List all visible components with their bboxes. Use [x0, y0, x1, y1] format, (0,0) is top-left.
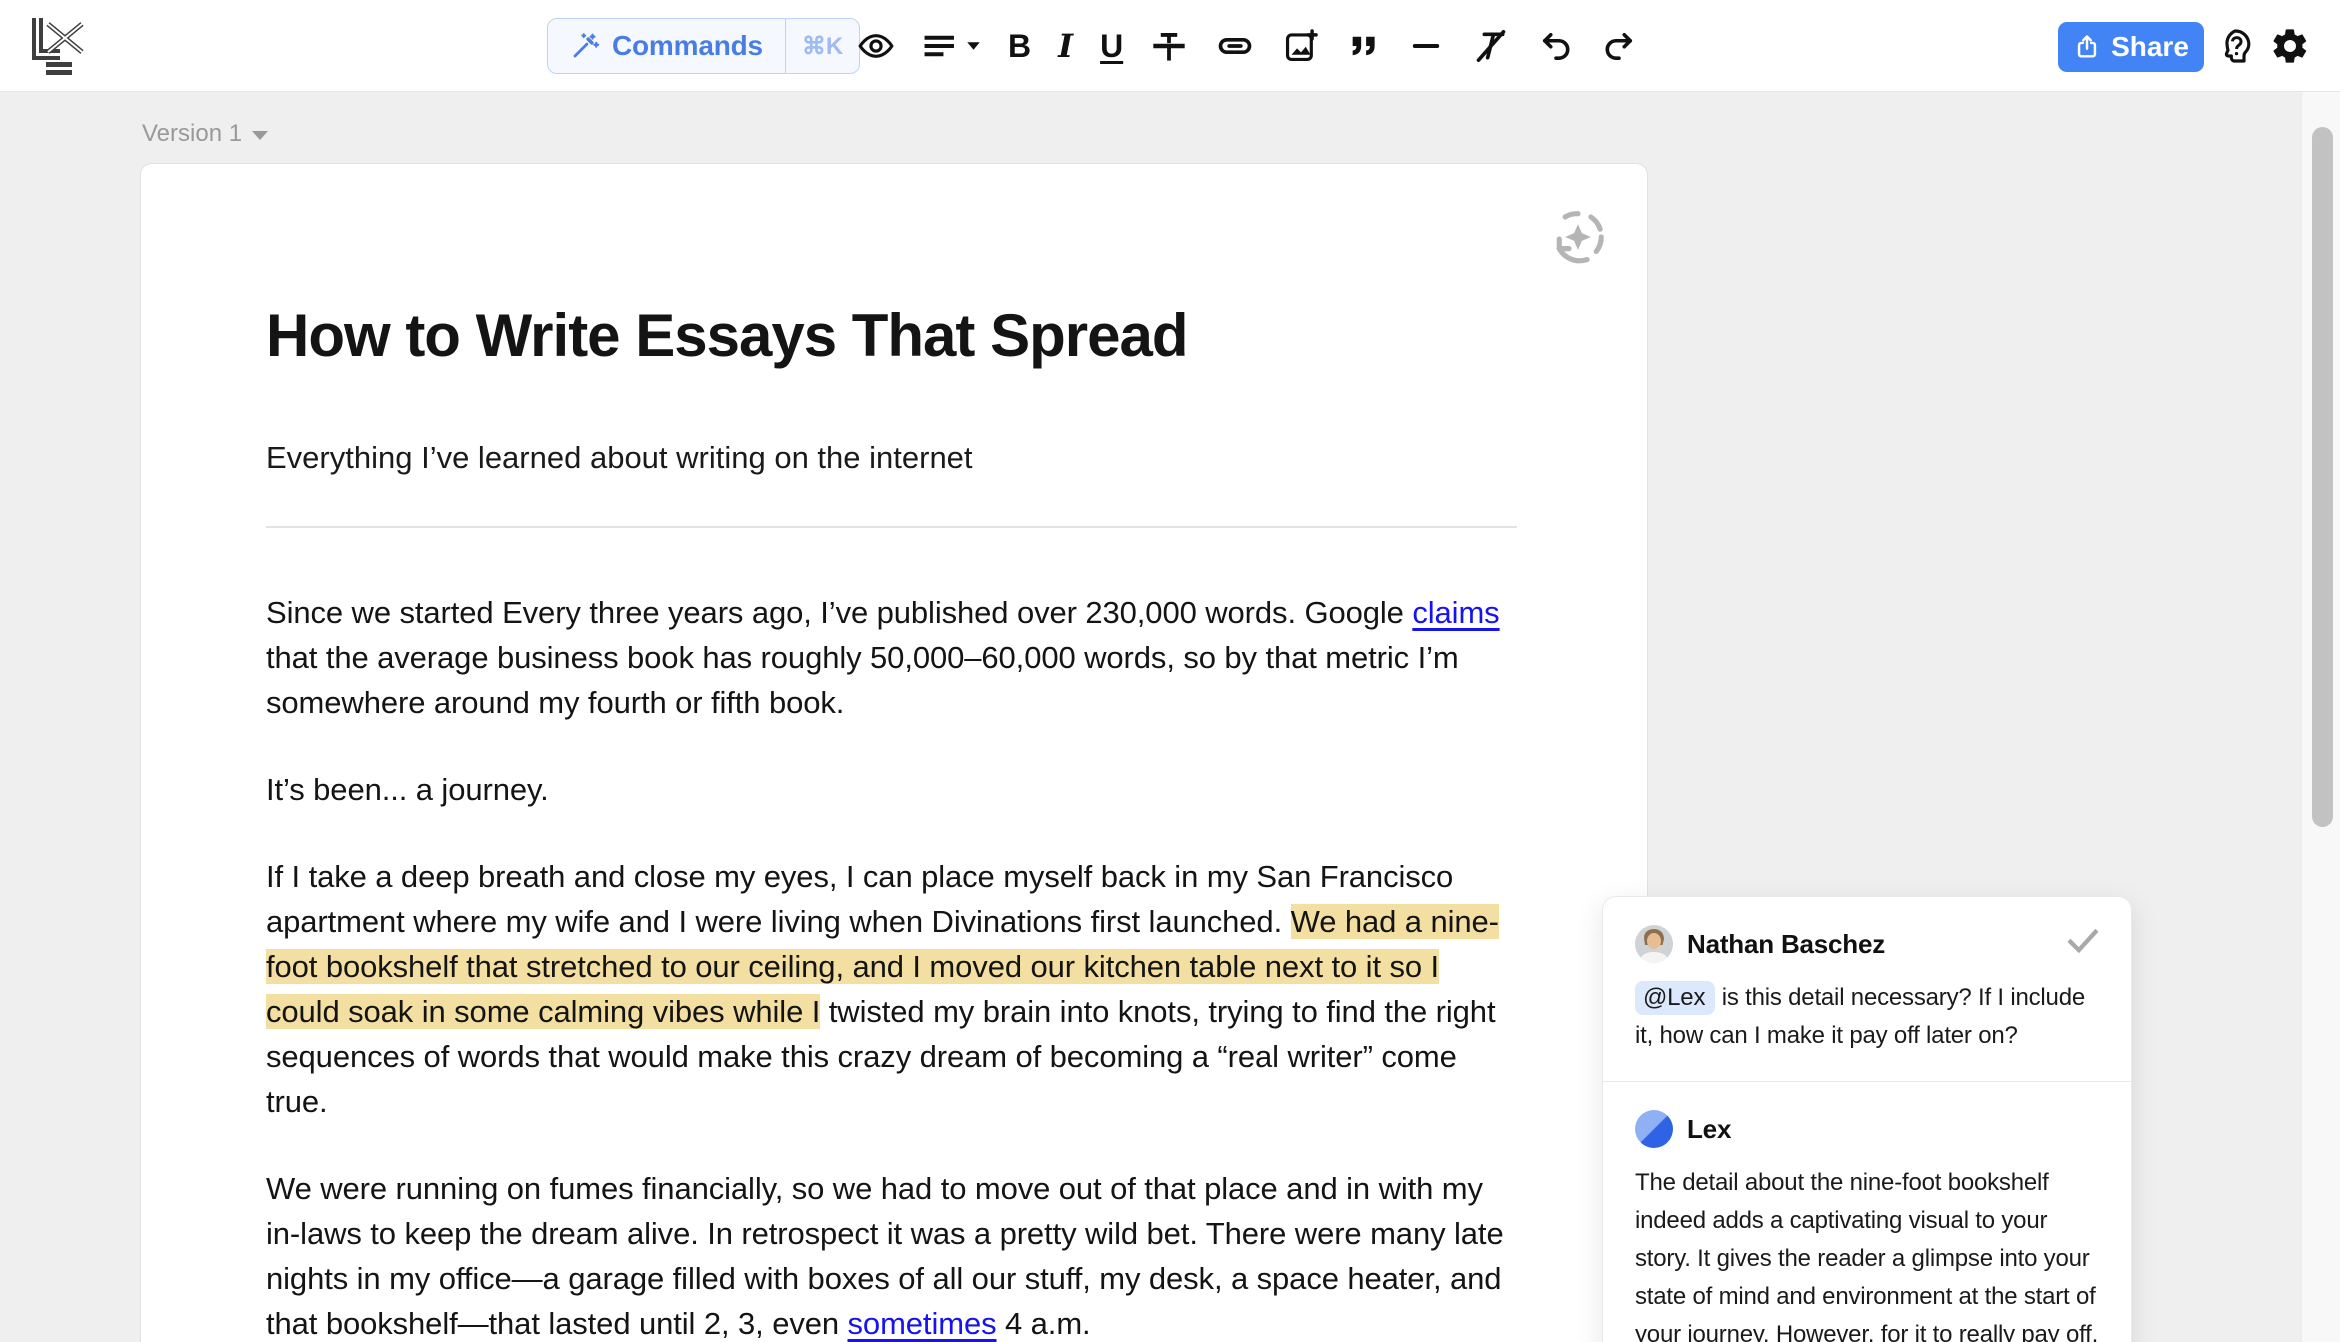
text-run: that the average business book has rough… [266, 640, 1459, 720]
italic-icon[interactable]: I [1058, 22, 1073, 70]
text-link[interactable]: sometimes [848, 1306, 997, 1341]
undo-icon[interactable] [1538, 22, 1574, 70]
comment-card: Nathan Baschez @Lex is this detail neces… [1603, 897, 2131, 1081]
text-link[interactable]: claims [1412, 595, 1499, 630]
commands-shortcut: ⌘K [785, 19, 859, 73]
document-title: How to Write Essays That Spread [266, 301, 1517, 370]
paragraph: It’s been... a journey. [266, 767, 1517, 812]
scrollbar-thumb[interactable] [2312, 127, 2333, 827]
text-run: It’s been... a journey. [266, 772, 549, 807]
nathan-photo-avatar [1635, 925, 1673, 963]
text-run: 4 a.m. [997, 1306, 1091, 1341]
text-align-dropdown[interactable] [922, 22, 981, 70]
chevron-down-icon [966, 41, 981, 51]
text-run: If I take a deep breath and close my eye… [266, 859, 1453, 939]
insert-image-icon[interactable] [1282, 22, 1320, 70]
magic-wand-icon [570, 31, 600, 61]
version-dropdown[interactable]: Version 1 [142, 120, 268, 148]
document-body: Since we started Every three years ago, … [266, 590, 1517, 1342]
version-label: Version 1 [142, 120, 242, 148]
commands-button[interactable]: Commands ⌘K [547, 18, 860, 74]
blockquote-icon[interactable] [1347, 22, 1381, 70]
bold-icon[interactable]: B [1008, 22, 1031, 70]
share-label: Share [2111, 31, 2189, 63]
redo-icon[interactable] [1601, 22, 1637, 70]
commands-label: Commands [612, 30, 763, 62]
strikethrough-icon[interactable] [1150, 22, 1188, 70]
text-run: Since we started Every three years ago, … [266, 595, 1412, 630]
paragraph: Since we started Every three years ago, … [266, 590, 1517, 725]
top-toolbar: Commands ⌘K B I U [0, 0, 2340, 92]
share-icon [2073, 33, 2101, 61]
formatting-toolbar: B I U [857, 0, 1637, 92]
sparkle-refresh-icon[interactable] [1547, 206, 1609, 268]
scrollbar-track[interactable] [2301, 92, 2340, 1342]
clear-formatting-icon[interactable] [1471, 22, 1511, 70]
horizontal-rule-icon[interactable] [1408, 22, 1444, 70]
resolve-check-icon[interactable] [2063, 921, 2103, 961]
document-card: How to Write Essays That Spread Everythi… [140, 163, 1648, 1342]
text-run: The detail about the nine-foot bookshelf… [1635, 1169, 2098, 1342]
divider [266, 526, 1517, 528]
comment-text: The detail about the nine-foot bookshelf… [1635, 1164, 2101, 1342]
help-icon[interactable] [2214, 24, 2258, 68]
lex-logo-icon[interactable] [30, 16, 94, 78]
comment-text: @Lex is this detail necessary? If I incl… [1635, 979, 2101, 1055]
underline-icon[interactable]: U [1100, 22, 1123, 70]
paragraph: If I take a deep breath and close my eye… [266, 854, 1517, 1124]
share-button[interactable]: Share [2058, 22, 2204, 72]
settings-gear-icon[interactable] [2268, 24, 2312, 68]
comment-author: Lex [1687, 1114, 1731, 1145]
paragraph: We were running on fumes financially, so… [266, 1166, 1517, 1342]
comment-card: Lex The detail about the nine-foot books… [1603, 1081, 2131, 1342]
comment-author: Nathan Baschez [1687, 929, 1885, 960]
comment-thread-panel: Nathan Baschez @Lex is this detail neces… [1602, 896, 2132, 1342]
lex-ai-avatar [1635, 1110, 1673, 1148]
preview-eye-icon[interactable] [857, 22, 895, 70]
text-mention: @Lex [1635, 981, 1715, 1015]
document-subtitle: Everything I’ve learned about writing on… [266, 440, 1517, 476]
chevron-down-icon [252, 131, 268, 140]
insert-link-icon[interactable] [1215, 22, 1255, 70]
